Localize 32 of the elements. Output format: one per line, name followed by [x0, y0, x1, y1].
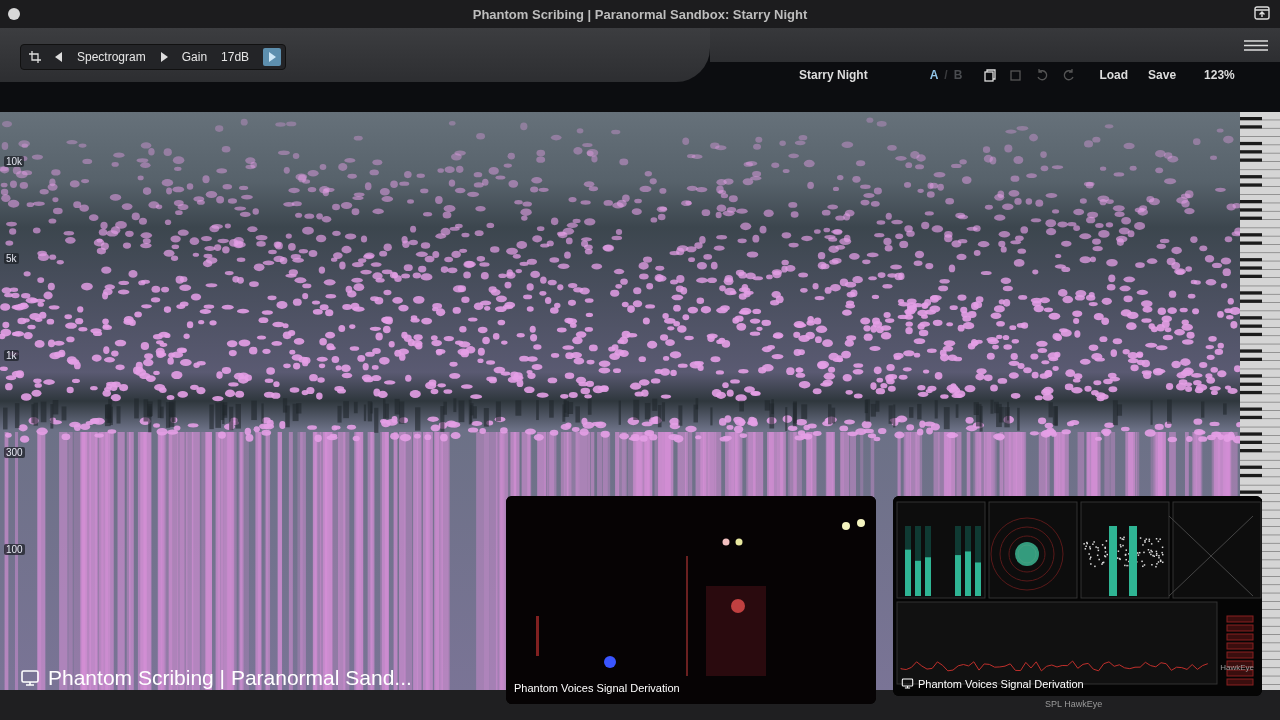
- redo-icon[interactable]: [1063, 69, 1076, 81]
- screen-share-icon: [20, 668, 40, 688]
- preset-name[interactable]: Starry Night: [799, 68, 868, 82]
- gain-value[interactable]: 17dB: [221, 50, 250, 64]
- close-button[interactable]: [8, 8, 20, 20]
- gain-label: Gain: [181, 50, 208, 64]
- video-caption: Phantom Voices Signal Derivation: [514, 682, 680, 694]
- save-button[interactable]: Save: [1148, 68, 1177, 82]
- play-button[interactable]: [263, 48, 282, 66]
- window-title: Phantom Scribing | Paranormal Sandbox: Starry Night: [472, 6, 808, 22]
- frequency-label: 1k: [4, 350, 19, 361]
- frequency-label: 5k: [4, 253, 19, 264]
- brand-label: HawkEye: [1220, 663, 1254, 672]
- next-icon[interactable]: [159, 52, 168, 62]
- share-window-icon[interactable]: [1254, 6, 1270, 20]
- menu-icon[interactable]: [1244, 39, 1268, 51]
- zoom-level[interactable]: 123%: [1204, 68, 1235, 82]
- frequency-label: 10k: [4, 156, 25, 167]
- frequency-label: 300: [4, 447, 25, 458]
- load-button[interactable]: Load: [1099, 68, 1129, 82]
- previous-icon[interactable]: [55, 52, 63, 62]
- preset-a-toggle[interactable]: A: [929, 68, 939, 82]
- frequency-label: 100: [4, 544, 25, 555]
- copy-icon[interactable]: [984, 68, 997, 82]
- screen-share-caption: Phantom Scribing | Paranormal Sand...: [48, 666, 412, 690]
- window-caption: SPL HawkEye: [1045, 699, 1103, 709]
- video-caption: Phantom Voices Signal Derivation: [918, 677, 1084, 690]
- screen-share-icon: [901, 677, 914, 690]
- crop-icon[interactable]: [29, 51, 41, 63]
- separator-slash: /: [944, 68, 948, 82]
- undo-icon[interactable]: [1036, 69, 1049, 81]
- view-label[interactable]: Spectrogram: [77, 50, 146, 64]
